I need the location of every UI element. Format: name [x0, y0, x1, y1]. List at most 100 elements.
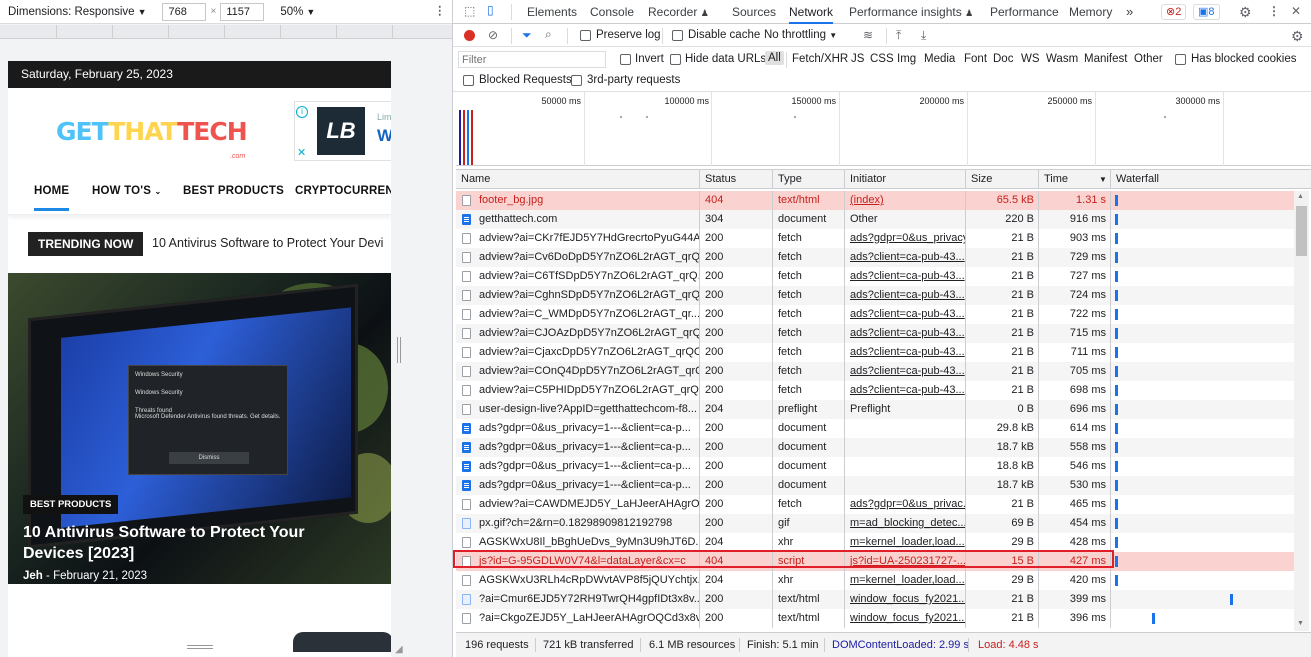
site-logo[interactable]: GETTHATTECH [56, 117, 248, 146]
type-filter-media[interactable]: Media [924, 53, 955, 65]
tab-console[interactable]: Console [590, 0, 634, 24]
col-initiator[interactable]: Initiator [845, 170, 966, 189]
bottom-resize-handle[interactable] [187, 645, 213, 649]
tab-recorder[interactable]: Recorder ♟ [648, 0, 709, 24]
table-row[interactable]: adview?ai=C_WMDpD5Y7nZO6L2rAGT_qr... 200 f… [456, 305, 1294, 324]
hide-data-urls-checkbox[interactable] [670, 54, 681, 65]
filter-funnel-icon[interactable]: ⏷ [522, 28, 532, 43]
device-height-input[interactable] [220, 2, 265, 21]
clear-icon[interactable]: ⊘ [488, 28, 498, 42]
table-row[interactable]: ?ai=CkgoZEJD5Y_LaHJeerAHAgrOQCd3x8v... 20… [456, 609, 1294, 628]
import-har-icon[interactable]: ⤒ [896, 28, 901, 43]
tab-performance[interactable]: Performance [990, 0, 1059, 24]
search-icon[interactable]: ⌕ [545, 27, 552, 42]
third-party-checkbox[interactable] [571, 75, 582, 86]
type-filter-manifest[interactable]: Manifest [1084, 53, 1127, 65]
col-time[interactable]: Time ▼ [1039, 170, 1111, 189]
cell-initiator-text[interactable]: window_focus_fy2021... [850, 593, 965, 605]
media-query-bar[interactable] [0, 25, 452, 39]
tab-sources[interactable]: Sources [732, 0, 776, 24]
throttling-dropdown[interactable]: No throttling ▼ [764, 29, 837, 41]
hero-title[interactable]: 10 Antivirus Software to Protect Your De… [23, 522, 323, 564]
has-blocked-cookies-checkbox[interactable] [1175, 54, 1186, 65]
type-filter-other[interactable]: Other [1134, 53, 1163, 65]
inspect-element-icon[interactable]: ⬚ [464, 4, 475, 18]
hero-category-badge[interactable]: BEST PRODUCTS [23, 495, 119, 514]
cell-initiator-text[interactable]: window_focus_fy2021... [850, 612, 965, 624]
tab-network[interactable]: Network [789, 0, 834, 24]
vertical-resize-handle[interactable] [397, 337, 401, 363]
filter-input[interactable] [458, 51, 606, 68]
cell-initiator-text[interactable]: ads?client=ca-pub-43... [850, 251, 965, 263]
cell-initiator-text[interactable]: ads?client=ca-pub-43... [850, 270, 965, 282]
scrollbar-thumb[interactable] [1296, 206, 1307, 256]
table-row[interactable]: ?ai=Cmur6EJD5Y72RH9TwrQH4gpfIDt3x8v... 20… [456, 590, 1294, 609]
table-row[interactable]: ads?gdpr=0&us_privacy=1---&client=ca-p..… [456, 457, 1294, 476]
cell-initiator-text[interactable]: ads?client=ca-pub-43... [850, 289, 965, 301]
table-row[interactable]: adview?ai=COnQ4DpD5Y7nZO6L2rAGT_qrQ... 20… [456, 362, 1294, 381]
table-row[interactable]: adview?ai=Cv6DoDpD5Y7nZO6L2rAGT_qrQ... 20… [456, 248, 1294, 267]
cell-initiator-text[interactable]: ads?client=ca-pub-43... [850, 327, 965, 339]
nav-best-products[interactable]: BEST PRODUCTS [183, 185, 284, 197]
cell-initiator-text[interactable]: m=kernel_loader,load... [850, 536, 965, 548]
table-row[interactable]: AGSKWxU3RLh4cRpDWvtAVP8f5jQUYchtjx... 204… [456, 571, 1294, 590]
table-row[interactable]: getthattech.com 304 document Other 220 B 916 … [456, 210, 1294, 229]
kebab-menu-icon[interactable]: ⋮ [434, 3, 446, 17]
table-row[interactable]: ads?gdpr=0&us_privacy=1---&client=ca-p..… [456, 419, 1294, 438]
cell-initiator-text[interactable]: ads?client=ca-pub-43... [850, 365, 965, 377]
col-name[interactable]: Name [456, 170, 700, 189]
device-width-input[interactable] [162, 2, 207, 21]
type-filter-img[interactable]: Img [897, 53, 916, 65]
type-filter-js[interactable]: JS [851, 53, 864, 65]
cell-initiator-text[interactable]: ads?client=ca-pub-43... [850, 308, 965, 320]
cell-initiator-text[interactable]: ads?gdpr=0&us_privacy... [850, 232, 965, 244]
settings-gear-icon[interactable]: ⚙ [1239, 4, 1252, 21]
disable-cache-checkbox[interactable] [672, 30, 683, 41]
more-tabs-icon[interactable]: » [1126, 0, 1133, 24]
table-row[interactable]: px.gif?ch=2&rn=0.18298909812192798 200 gif… [456, 514, 1294, 533]
scroll-up-icon[interactable]: ▲ [1297, 193, 1304, 200]
scroll-to-top-pill[interactable] [293, 632, 391, 652]
cell-initiator-text[interactable]: m=kernel_loader,load... [850, 574, 965, 586]
cell-initiator-text[interactable]: m=ad_blocking_detec... [850, 517, 965, 529]
table-row[interactable]: adview?ai=C5PHIDpD5Y7nZO6L2rAGT_qrQ... 20… [456, 381, 1294, 400]
nav-cryptocurrency[interactable]: CRYPTOCURRENC [295, 185, 391, 197]
tab-performance-insights[interactable]: Performance insights ♟ [849, 0, 973, 24]
device-toolbar-icon[interactable]: ▯ [487, 3, 494, 17]
type-filter-all[interactable]: All [765, 51, 784, 65]
type-filter-ws[interactable]: WS [1021, 53, 1040, 65]
cell-initiator-text[interactable]: ads?client=ca-pub-43... [850, 384, 965, 396]
type-filter-doc[interactable]: Doc [993, 53, 1013, 65]
record-icon[interactable] [464, 30, 475, 41]
ad-info-icon[interactable]: i [296, 106, 308, 118]
zoom-dropdown[interactable]: 50% ▼ [280, 6, 315, 18]
blocked-requests-checkbox[interactable] [463, 75, 474, 86]
table-row[interactable]: footer_bg.jpg 404 text/html (index) 65.5 kB 1… [456, 191, 1294, 210]
table-row[interactable]: adview?ai=CKr7fEJD5Y7HdGrecrtoPyuG44A...… [456, 229, 1294, 248]
close-icon[interactable]: ✕ [1291, 4, 1301, 18]
cell-initiator-text[interactable]: (index) [850, 194, 884, 206]
table-row[interactable]: adview?ai=CghnSDpD5Y7nZO6L2rAGT_qrQ... 20… [456, 286, 1294, 305]
ad-banner[interactable]: i ✕ LB Lim W [294, 101, 391, 161]
cell-initiator-text[interactable]: ads?client=ca-pub-43... [850, 346, 965, 358]
table-row[interactable]: adview?ai=CJOAzDpD5Y7nZO6L2rAGT_qrQ... 20… [456, 324, 1294, 343]
invert-checkbox[interactable] [620, 54, 631, 65]
messages-badge[interactable]: ▣8 [1193, 4, 1220, 20]
table-row[interactable]: ads?gdpr=0&us_privacy=1---&client=ca-p..… [456, 476, 1294, 495]
col-type[interactable]: Type [773, 170, 845, 189]
nav-how-tos[interactable]: HOW TO'S ⌄ [92, 185, 161, 197]
network-settings-gear-icon[interactable]: ⚙ [1291, 28, 1304, 45]
type-filter-font[interactable]: Font [964, 53, 987, 65]
table-row[interactable]: adview?ai=C6TfSDpD5Y7nZO6L2rAGT_qrQ... 20… [456, 267, 1294, 286]
table-row[interactable]: ads?gdpr=0&us_privacy=1---&client=ca-p..… [456, 438, 1294, 457]
errors-badge[interactable]: ⊗2 [1161, 4, 1187, 20]
export-har-icon[interactable]: ⤓ [921, 28, 926, 43]
dimensions-dropdown[interactable]: Dimensions: Responsive ▼ [8, 6, 146, 18]
type-filter-wasm[interactable]: Wasm [1046, 53, 1078, 65]
scroll-down-icon[interactable]: ▼ [1297, 620, 1304, 627]
col-size[interactable]: Size [966, 170, 1039, 189]
trending-link[interactable]: 10 Antivirus Software to Protect Your De… [152, 236, 383, 250]
tab-memory[interactable]: Memory [1069, 0, 1112, 24]
table-scrollbar[interactable]: ▲ ▼ [1294, 191, 1309, 631]
type-filter-css[interactable]: CSS [870, 53, 894, 65]
